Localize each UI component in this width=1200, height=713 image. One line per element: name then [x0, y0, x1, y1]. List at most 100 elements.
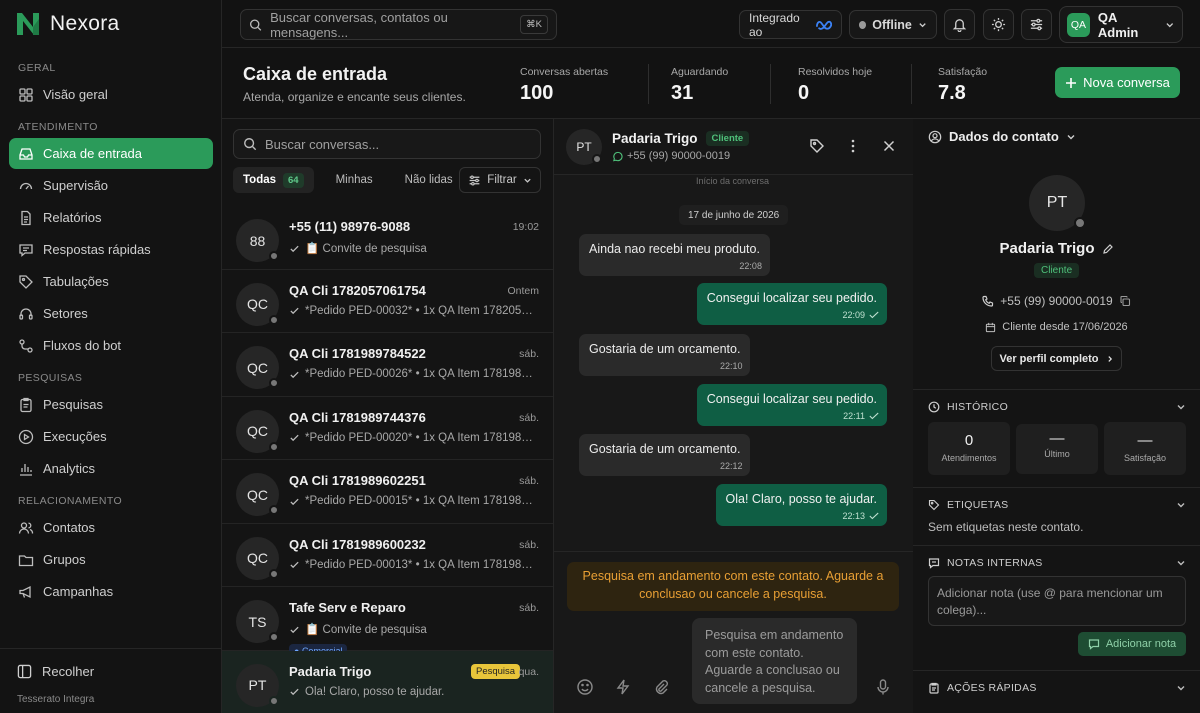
chevron-down-icon[interactable]	[1176, 500, 1186, 510]
sidebar-item[interactable]: Analytics	[9, 453, 213, 484]
view-profile-button[interactable]: Ver perfil completo	[991, 346, 1122, 371]
conversation-row[interactable]: QC QA Cli 1781989784522 sáb. *Pedido PED…	[222, 333, 553, 397]
message-meta: 22:13	[842, 510, 879, 522]
conversation-time: sáb.	[519, 348, 539, 360]
history-header[interactable]: HISTÓRICO	[928, 401, 1008, 413]
stat-value: 31	[671, 82, 694, 104]
contact-since-text: Cliente desde 17/06/2026	[1002, 321, 1128, 333]
sidebar-item[interactable]: Campanhas	[9, 576, 213, 607]
conversation-row[interactable]: TS Tafe Serv e Reparo sáb. 📋 Convite de …	[222, 587, 553, 658]
read-check-icon	[869, 512, 879, 520]
nexora-logo-icon	[17, 13, 39, 35]
sidebar-item-label: Execuções	[43, 429, 107, 444]
settings-button[interactable]	[1021, 9, 1052, 40]
sidebar-item[interactable]: Fluxos do bot	[9, 330, 213, 361]
sidebar-item[interactable]: Grupos	[9, 544, 213, 575]
status-selector[interactable]: Offline	[849, 10, 937, 39]
sidebar-item[interactable]: Visão geral	[9, 79, 213, 110]
note-icon	[928, 558, 940, 569]
theme-toggle-button[interactable]	[983, 9, 1014, 40]
conversation-row[interactable]: QC QA Cli 1781989744376 sáb. *Pedido PED…	[222, 397, 553, 460]
conversation-preview: *Pedido PED-00013* • 1x QA Item 17819896…	[289, 559, 533, 571]
avatar-initials: QC	[247, 296, 268, 312]
message-time: 22:08	[739, 260, 762, 271]
topbar: Buscar conversas, contatos ou mensagens.…	[222, 0, 1200, 48]
sidebar-item[interactable]: Supervisão	[9, 170, 213, 201]
avatar-initials: QC	[247, 550, 268, 566]
sidebar-item-label: Respostas rápidas	[43, 242, 151, 257]
stat-value: 0	[798, 82, 810, 104]
sidebar-item[interactable]: Execuções	[9, 421, 213, 452]
survey-warning: Pesquisa em andamento com este contato. …	[567, 562, 899, 611]
sidebar-item[interactable]: Pesquisas	[9, 389, 213, 420]
paperclip-icon[interactable]	[652, 678, 670, 696]
conversation-row[interactable]: QC QA Cli 1781989600232 sáb. *Pedido PED…	[222, 524, 553, 587]
note-input[interactable]: Adicionar nota (use @ para mencionar um …	[928, 576, 1186, 626]
conversation-row[interactable]: 88 +55 (11) 98976-9088 19:02 📋 Convite d…	[222, 206, 553, 270]
history-label: Último	[1044, 449, 1070, 459]
history-attendances: 0 Atendimentos	[928, 422, 1010, 475]
tags-header[interactable]: ETIQUETAS	[928, 499, 1008, 511]
calendar-icon	[986, 322, 996, 332]
chart-icon	[20, 463, 32, 476]
copy-icon[interactable]	[1119, 295, 1131, 307]
conversation-search[interactable]: Buscar conversas...	[233, 129, 541, 159]
stat-value: 7.8	[938, 82, 966, 104]
sidebar-item[interactable]: Caixa de entrada	[9, 138, 213, 169]
close-icon[interactable]	[881, 138, 897, 154]
tag-icon[interactable]	[809, 138, 825, 154]
logo[interactable]: Nexora	[14, 10, 120, 38]
user-menu[interactable]: QA QA Admin	[1059, 6, 1183, 43]
survey-badge: Pesquisa	[471, 663, 521, 679]
meta-integration-badge[interactable]: Integrado ao	[739, 10, 842, 39]
sidebar-item-label: Campanhas	[43, 584, 114, 599]
conversation-row[interactable]: QC QA Cli 1781989602251 sáb. *Pedido PED…	[222, 460, 553, 524]
chevron-down-icon[interactable]	[1176, 558, 1186, 568]
message-bubble: Gostaria de um orcamento. 22:10	[579, 334, 751, 376]
new-conversation-button[interactable]: Nova conversa	[1055, 67, 1180, 98]
filter-button[interactable]: Filtrar	[459, 167, 541, 193]
tab-unread[interactable]: Não lidas	[395, 167, 463, 193]
chevron-down-icon[interactable]	[1176, 683, 1186, 693]
global-search-input[interactable]: Buscar conversas, contatos ou mensagens.…	[270, 10, 512, 40]
check-icon	[290, 561, 299, 569]
sidebar-item-label: Contatos	[43, 520, 96, 535]
notifications-button[interactable]	[944, 9, 975, 40]
view-profile-label: Ver perfil completo	[999, 352, 1099, 365]
conversation-preview: *Pedido PED-00032* • 1x QA Item 17820570…	[289, 305, 533, 317]
tab-all[interactable]: Todas 64	[233, 167, 314, 193]
history-label: Atendimentos	[941, 453, 997, 463]
conversation-row[interactable]: PT Padaria Trigo Pesquisa qua. Ola! Clar…	[222, 650, 553, 713]
history-section: HISTÓRICO 0 Atendimentos — Último — Satisfa…	[913, 389, 1200, 487]
tab-mine[interactable]: Minhas	[326, 167, 383, 193]
contact-phone: +55 (99) 90000-0019	[913, 294, 1200, 308]
chat-avatar[interactable]: PT	[566, 129, 602, 165]
conversation-time: sáb.	[519, 602, 539, 614]
contact-panel-header[interactable]: Dados do contato	[928, 129, 1076, 144]
microphone-icon[interactable]	[874, 678, 892, 696]
sidebar-item[interactable]: Relatórios	[9, 202, 213, 233]
more-vertical-icon[interactable]	[845, 138, 861, 154]
conversation-search-input[interactable]: Buscar conversas...	[265, 137, 379, 152]
sidebar-item[interactable]: Setores	[9, 298, 213, 329]
lightning-icon[interactable]	[614, 678, 632, 696]
conversation-row[interactable]: QC QA Cli 1782057061754 Ontem *Pedido PE…	[222, 270, 553, 333]
sun-icon	[991, 17, 1006, 32]
sidebar-item[interactable]: Contatos	[9, 512, 213, 543]
sidebar-item[interactable]: Respostas rápidas	[9, 234, 213, 265]
add-note-button[interactable]: Adicionar nota	[1078, 632, 1186, 656]
global-search[interactable]: Buscar conversas, contatos ou mensagens.…	[240, 9, 557, 40]
add-note-label: Adicionar nota	[1105, 638, 1177, 650]
collapse-button[interactable]: Recolher	[0, 649, 222, 693]
conversation-preview: Ola! Claro, posso te ajudar.	[289, 686, 533, 698]
message-meta: 22:10	[720, 360, 743, 372]
quick-actions-header[interactable]: AÇÕES RÁPIDAS	[928, 682, 1037, 694]
notes-header[interactable]: NOTAS INTERNAS	[928, 557, 1043, 569]
conversation-preview-text: *Pedido PED-00015* • 1x QA Item 17819896…	[305, 495, 533, 507]
chevron-down-icon[interactable]	[1176, 402, 1186, 412]
message-composer[interactable]: Pesquisa em andamento com este contato. …	[692, 618, 857, 704]
pencil-icon[interactable]	[1102, 243, 1114, 255]
sidebar-item[interactable]: Tabulações	[9, 266, 213, 297]
emoji-icon[interactable]	[576, 678, 594, 696]
sidebar-footer: Tesserato Integra	[17, 694, 95, 705]
